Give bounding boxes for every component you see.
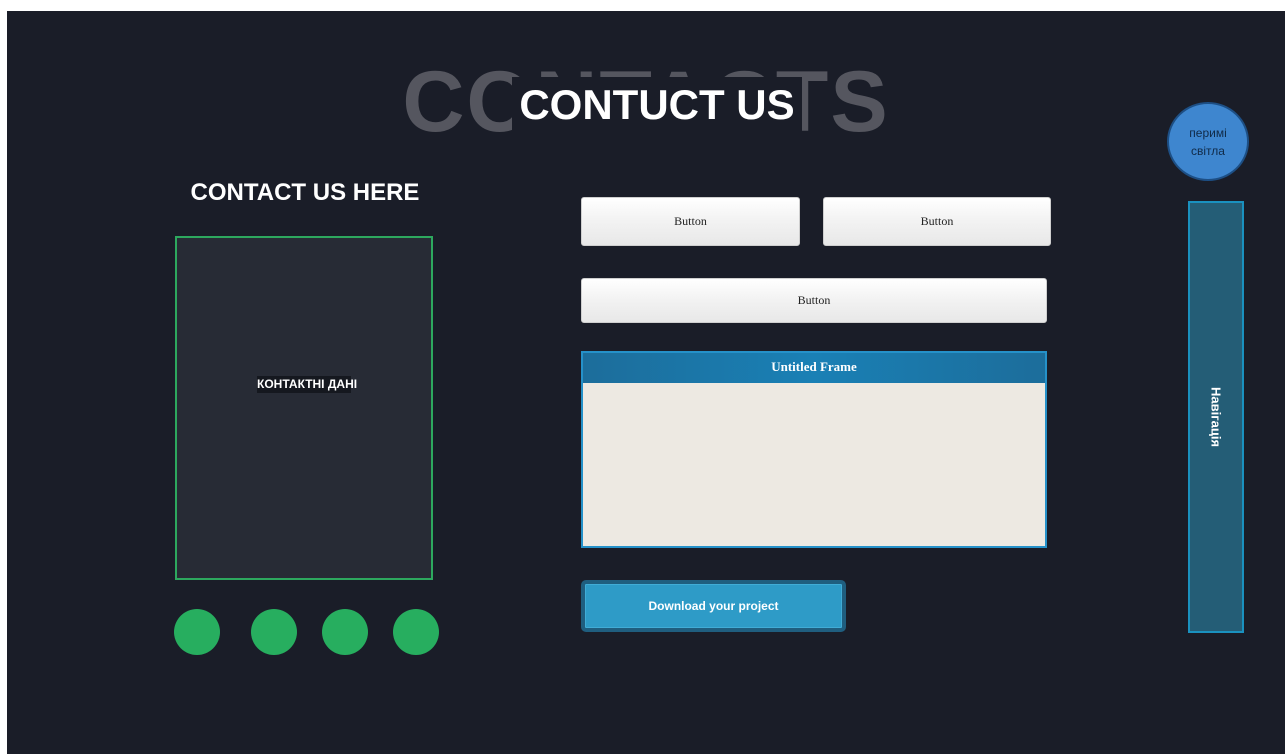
navigation-panel[interactable]: Навігація <box>1188 201 1244 633</box>
page-title: CONTUCT US <box>512 77 802 133</box>
contact-heading: CONTACT US HERE <box>190 179 420 206</box>
social-icon-4[interactable] <box>393 609 439 655</box>
theme-toggle-label-line2: світла <box>1191 144 1225 158</box>
social-icon-3[interactable] <box>322 609 368 655</box>
button-1[interactable]: Button <box>581 197 800 246</box>
theme-toggle-button[interactable]: перимі світла <box>1167 102 1249 181</box>
contact-card-label: КОНТАКТНІ ДАНІ <box>257 376 358 393</box>
social-icon-2[interactable] <box>251 609 297 655</box>
button-3[interactable]: Button <box>581 278 1047 323</box>
untitled-frame: Untitled Frame <box>581 351 1047 548</box>
button-2[interactable]: Button <box>823 197 1051 246</box>
frame-title: Untitled Frame <box>583 353 1045 383</box>
theme-toggle-label-line1: перимі <box>1189 126 1227 140</box>
contact-card: КОНТАКТНІ ДАНІ <box>175 236 433 580</box>
download-project-button[interactable]: Download your project <box>581 580 846 632</box>
navigation-label: Навігація <box>1208 386 1224 448</box>
social-icon-1[interactable] <box>174 609 220 655</box>
contacts-page: CONTACTS CONTUCT US CONTACT US HERE КОНТ… <box>7 11 1285 754</box>
frame-body <box>583 383 1045 546</box>
